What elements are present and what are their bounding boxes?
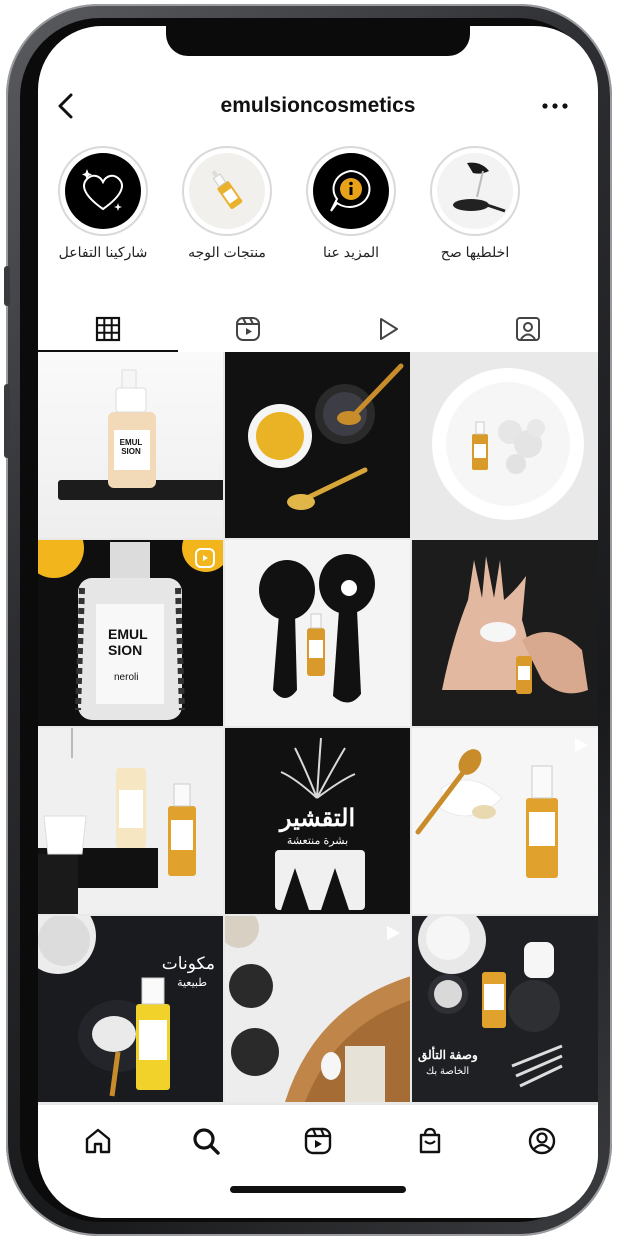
search-icon (193, 1128, 220, 1155)
nav-reels[interactable] (298, 1121, 338, 1161)
info-chat-icon (313, 153, 389, 229)
highlight-label: منتجات الوجه (188, 244, 266, 260)
highlight-label: المزيد عنا (323, 244, 379, 260)
post-title-text: وصفة التألق (418, 1048, 478, 1062)
post-image (432, 368, 584, 520)
post-brand-text: SION (108, 642, 143, 658)
post-tile[interactable] (225, 916, 410, 1102)
posts-grid: EMUL SION EMUL SION neroli التقشير بشرة … (38, 352, 598, 1104)
highlight-ring (306, 146, 396, 236)
shopping-bag-icon (419, 1127, 441, 1154)
home-icon (85, 1128, 111, 1154)
tab-tagged[interactable] (458, 306, 598, 352)
profile-header: emulsioncosmetics (38, 84, 598, 128)
highlight-about-us[interactable]: المزيد عنا (294, 146, 408, 261)
tab-grid[interactable] (38, 306, 178, 352)
post-tile[interactable]: التقشير بشرة منتعشة (225, 728, 410, 914)
post-tile[interactable]: وصفة التألق الخاصة بك (412, 916, 598, 1102)
bottom-navigation (38, 1104, 598, 1175)
heart-sparkle-icon (65, 153, 141, 229)
tagged-person-icon (516, 317, 540, 341)
play-icon (380, 318, 398, 340)
nav-home[interactable] (78, 1121, 118, 1161)
reel-badge-icon (195, 548, 215, 568)
phone-side-button (4, 266, 10, 306)
post-tile[interactable]: مكونات طبيعية (38, 916, 223, 1102)
more-options-icon[interactable] (542, 103, 568, 109)
post-image (259, 554, 375, 703)
post-brand-text: EMUL (108, 626, 148, 642)
post-image (415, 749, 558, 878)
post-subtitle-text: طبيعية (177, 977, 207, 989)
reels-icon (236, 317, 260, 341)
reels-icon (304, 1127, 332, 1155)
nav-profile[interactable] (522, 1121, 562, 1161)
phone-side-button (4, 384, 10, 458)
highlight-ring (430, 146, 520, 236)
profile-tabs (38, 306, 598, 352)
nav-shop[interactable] (410, 1121, 450, 1161)
post-tile[interactable]: EMUL SION (38, 352, 223, 538)
post-image (38, 916, 170, 1097)
highlight-engagement[interactable]: شاركينا التفاعل (46, 146, 160, 261)
highlight-mix-right[interactable]: اخلطيها صح (418, 146, 532, 261)
serum-bottle-icon (189, 153, 265, 229)
profile-icon (528, 1127, 556, 1155)
post-tile[interactable]: EMUL SION neroli (38, 540, 223, 726)
post-image (225, 916, 410, 1102)
post-tile[interactable] (412, 352, 598, 538)
highlight-face-products[interactable]: منتجات الوجه (170, 146, 284, 261)
post-subtitle-text: بشرة منتعشة (286, 835, 349, 847)
video-badge-icon (387, 926, 400, 940)
post-tile[interactable] (225, 352, 410, 538)
post-product-text: neroli (114, 672, 139, 683)
post-tile[interactable] (225, 540, 410, 726)
highlight-ring (58, 146, 148, 236)
post-image (442, 556, 588, 694)
page-title: emulsioncosmetics (220, 94, 416, 117)
notch (166, 26, 470, 56)
post-tile[interactable] (38, 728, 223, 914)
post-brand-text: EMUL SION (119, 438, 143, 456)
post-title-text: مكونات (161, 954, 215, 973)
post-title-text: التقشير (279, 805, 356, 832)
grid-icon (95, 316, 121, 342)
nav-search[interactable] (186, 1121, 226, 1161)
post-tile[interactable] (412, 540, 598, 726)
screen: emulsioncosmetics شاركينا التفاعل منتجات… (38, 26, 598, 1218)
story-highlights: شاركينا التفاعل منتجات الوجه المزيد عنا … (38, 146, 598, 276)
tab-videos[interactable] (318, 306, 458, 352)
post-tile[interactable] (412, 728, 598, 914)
highlight-label: شاركينا التفاعل (58, 244, 148, 260)
highlight-ring (182, 146, 272, 236)
post-subtitle-text: الخاصة بك (426, 1066, 470, 1077)
home-indicator[interactable] (230, 1186, 406, 1193)
video-badge-icon (575, 738, 588, 752)
pouring-spoon-icon (437, 153, 513, 229)
post-image (248, 363, 404, 510)
highlight-label: اخلطيها صح (440, 244, 510, 260)
tab-reels[interactable] (178, 306, 318, 352)
post-image (38, 728, 196, 914)
